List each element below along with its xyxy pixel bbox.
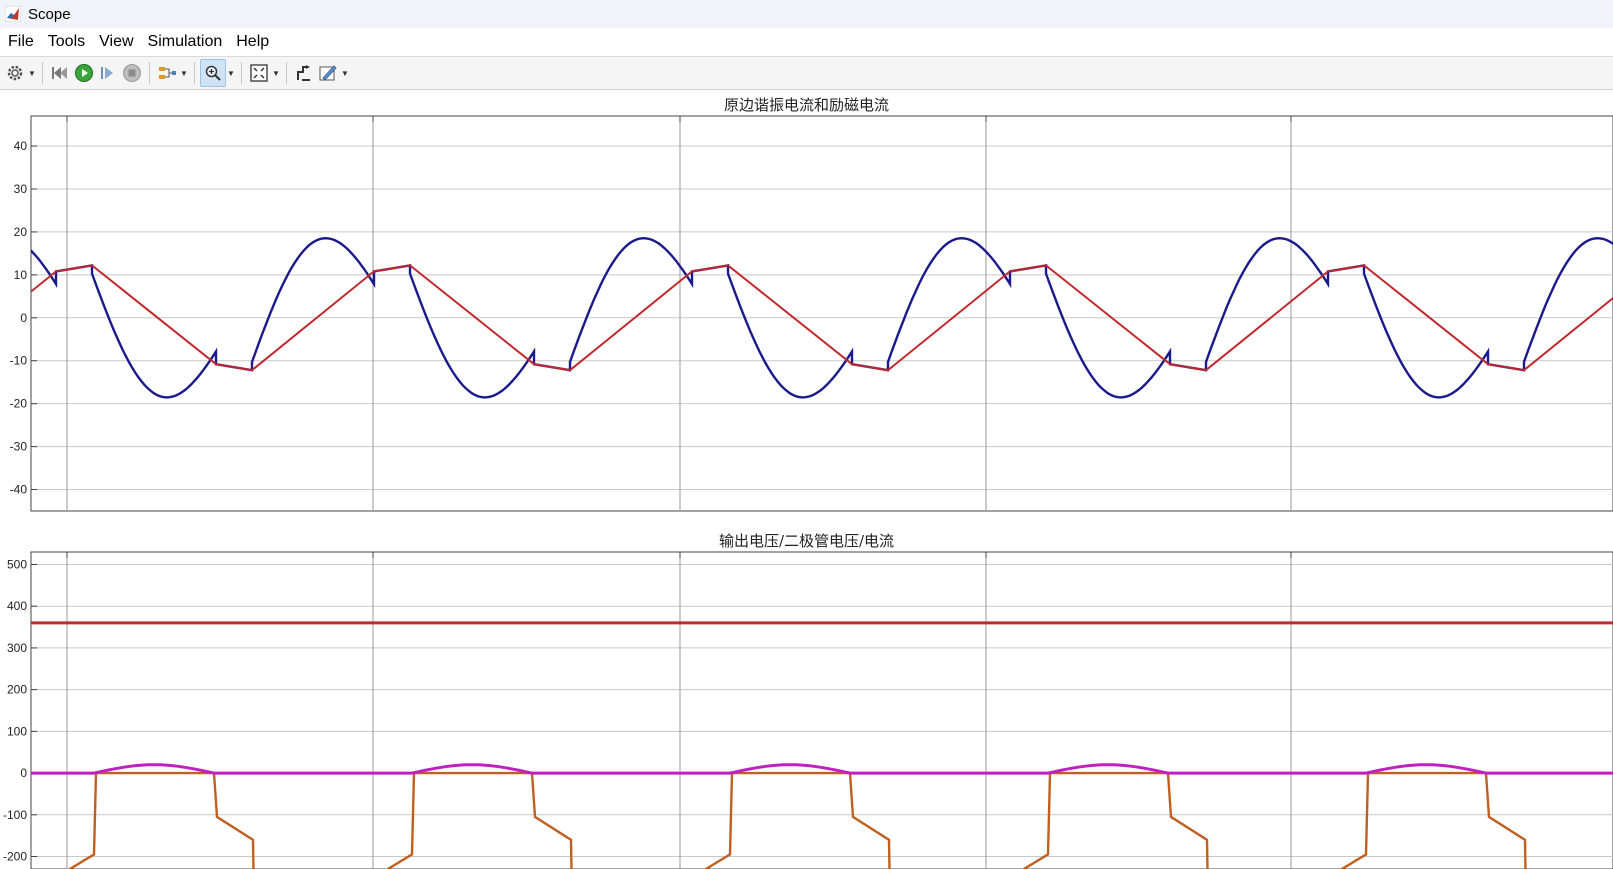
fit-to-view-icon[interactable] [247, 60, 271, 86]
gear-icon[interactable] [3, 60, 27, 86]
toolbar-separator [194, 62, 195, 84]
menu-view[interactable]: View [99, 33, 133, 51]
y-tick-label: 500 [7, 558, 27, 572]
toolbar-separator [42, 62, 43, 84]
axes-frame [30, 551, 1613, 869]
zoom-in-icon[interactable] [200, 59, 226, 87]
y-tick-label: 20 [14, 225, 28, 239]
run-icon[interactable] [72, 60, 96, 86]
y-tick-label: 400 [7, 599, 27, 613]
menu-bar: File Tools View Simulation Help [0, 28, 1613, 57]
plot2-axes[interactable]: 500 400 300 200 100 0 -100 -200 [0, 546, 1613, 869]
matlab-icon [5, 6, 21, 22]
axes-frame [30, 115, 1613, 512]
y-tick-label: 0 [20, 766, 27, 780]
menu-tools[interactable]: Tools [48, 33, 85, 51]
y-tick-label: -200 [3, 849, 27, 863]
menu-simulation[interactable]: Simulation [148, 33, 223, 51]
window-title: Scope [28, 5, 71, 23]
signal-dropdown-icon[interactable]: ▼ [179, 60, 189, 86]
y-tick-label: -30 [10, 440, 28, 454]
step-forward-icon[interactable] [96, 60, 120, 86]
y-tick-label: -10 [10, 354, 28, 368]
menu-help[interactable]: Help [236, 33, 269, 51]
y-tick-label: 30 [14, 182, 28, 196]
toolbar-separator [149, 62, 150, 84]
title-bar: Scope [0, 0, 1613, 28]
toolbar-separator [241, 62, 242, 84]
measure-icon[interactable] [316, 60, 340, 86]
y-tick-label: 300 [7, 641, 27, 655]
y-tick-label: 0 [20, 311, 27, 325]
signal-selector-icon[interactable] [155, 60, 179, 86]
toolbar: ▼ ▼ ▼ ▼ ▼ [0, 57, 1613, 90]
step-back-icon[interactable] [48, 60, 72, 86]
toolbar-separator [286, 62, 287, 84]
y-tick-label: 100 [7, 724, 27, 738]
settings-dropdown-icon[interactable]: ▼ [27, 60, 37, 86]
menu-file[interactable]: File [8, 33, 34, 51]
y-tick-label: 40 [14, 139, 28, 153]
zoom-dropdown-icon[interactable]: ▼ [226, 60, 236, 86]
measure-dropdown-icon[interactable]: ▼ [340, 60, 350, 86]
y-tick-label: -100 [3, 808, 27, 822]
fit-dropdown-icon[interactable]: ▼ [271, 60, 281, 86]
stop-icon[interactable] [120, 60, 144, 86]
y-tick-label: -40 [10, 483, 28, 497]
y-tick-label: -20 [10, 397, 28, 411]
restore-icon[interactable] [292, 60, 316, 86]
plot1-axes[interactable]: 40 30 20 10 0 -10 -20 -30 -40 [0, 110, 1613, 515]
y-tick-label: 200 [7, 683, 27, 697]
y-tick-label: 10 [14, 268, 28, 282]
